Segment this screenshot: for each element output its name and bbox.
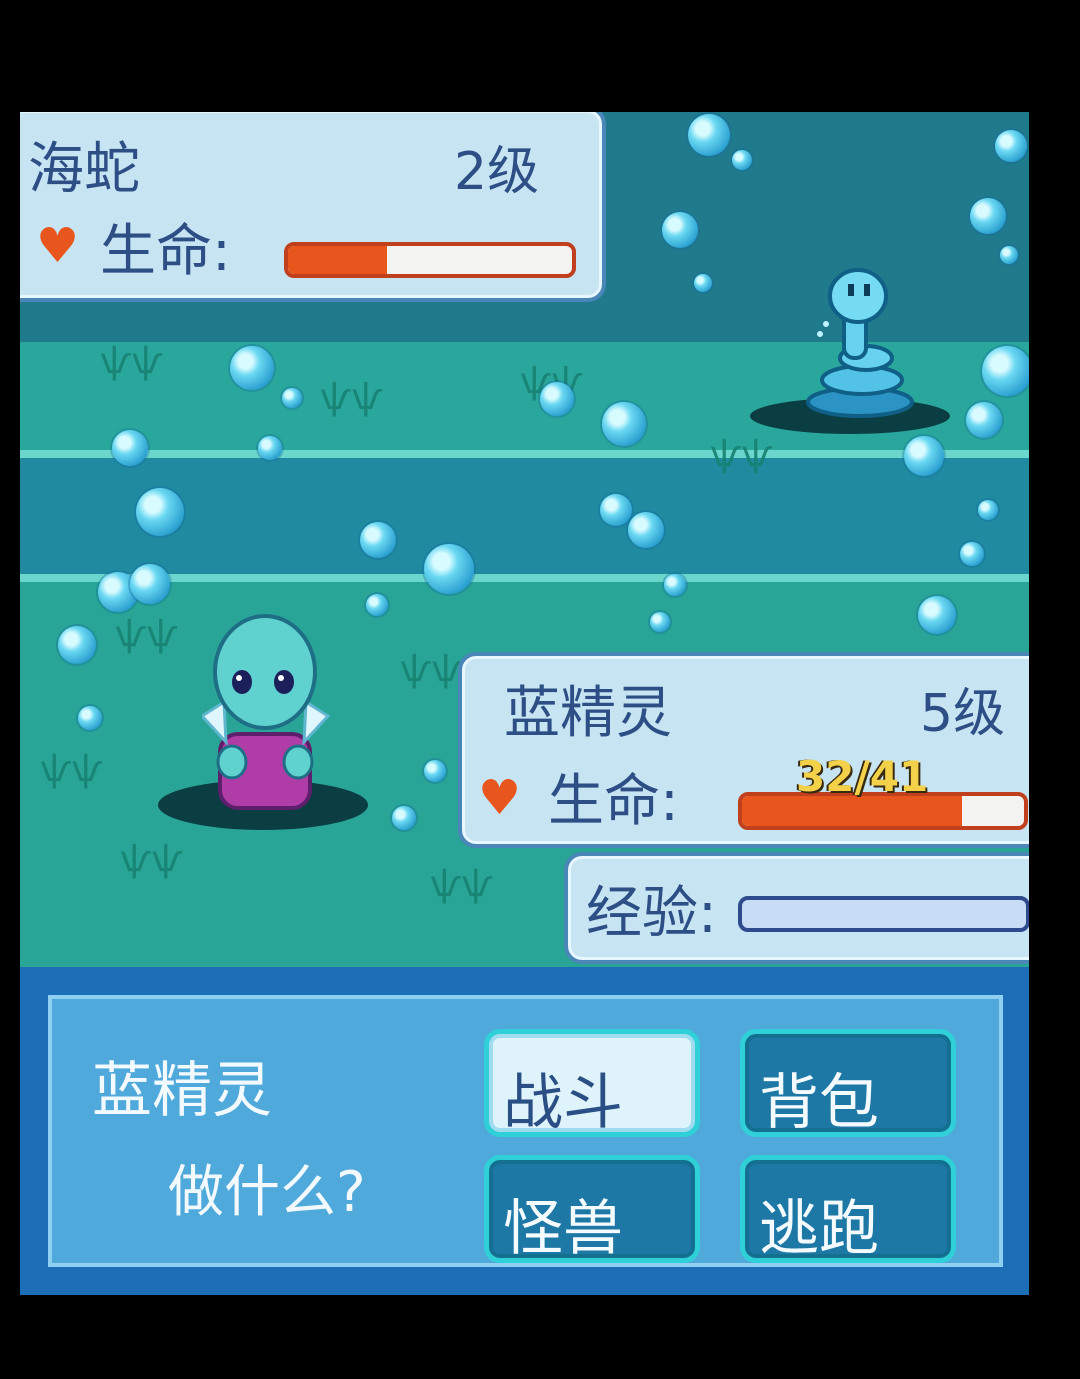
- bubble-icon: [78, 706, 102, 730]
- bubble-icon: [1000, 246, 1018, 264]
- prompt-question: 做什么?: [168, 1160, 366, 1225]
- fight-label: 战斗: [503, 1068, 623, 1138]
- run-button[interactable]: 逃跑: [740, 1155, 956, 1264]
- bubble-icon: [628, 512, 664, 548]
- bubble-icon: [602, 402, 646, 446]
- bubble-icon: [600, 494, 632, 526]
- enemy-level: 2级: [454, 142, 540, 202]
- enemy-status-panel: 海蛇 2级 ♥ 生命:: [20, 112, 606, 302]
- bubble-icon: [366, 594, 388, 616]
- bubble-icon: [136, 488, 184, 536]
- command-menu: 蓝精灵 做什么? 战斗 背包 怪兽 逃跑: [20, 967, 1029, 1295]
- seaweed-icon: ѱѱ: [115, 614, 179, 655]
- enemy-hp-fill: [288, 246, 388, 274]
- enemy-name: 海蛇: [28, 137, 140, 202]
- monster-button[interactable]: 怪兽: [484, 1155, 700, 1264]
- player-level: 5级: [920, 684, 1006, 744]
- command-menu-inner: 蓝精灵 做什么? 战斗 背包 怪兽 逃跑: [48, 995, 1003, 1267]
- bag-label: 背包: [759, 1068, 879, 1138]
- player-hp-text: 32/41: [796, 752, 929, 801]
- bubble-icon: [662, 212, 698, 248]
- bubble-icon: [694, 274, 712, 292]
- heart-icon: ♥: [478, 770, 522, 826]
- player-status-panel: 蓝精灵 5级 ♥ 生命: 32/41: [458, 652, 1029, 848]
- bubble-icon: [112, 430, 148, 466]
- seaweed-icon: ѱѱ: [400, 649, 464, 690]
- enemy-hp-label: 生命:: [100, 219, 231, 284]
- seaweed-icon: ѱѱ: [430, 864, 494, 905]
- fight-button[interactable]: 战斗: [484, 1029, 700, 1138]
- bubble-icon: [392, 806, 416, 830]
- bubble-icon: [918, 596, 956, 634]
- sea-serpent-sprite: [806, 268, 914, 418]
- bubble-icon: [58, 626, 96, 664]
- exp-bar: [738, 896, 1029, 932]
- bubble-icon: [282, 388, 302, 408]
- bag-button[interactable]: 背包: [740, 1029, 956, 1138]
- prompt-name: 蓝精灵: [92, 1056, 272, 1126]
- bubble-icon: [966, 402, 1002, 438]
- bubble-icon: [360, 522, 396, 558]
- exp-label: 经验:: [586, 881, 717, 946]
- bubble-icon: [970, 198, 1006, 234]
- player-name: 蓝精灵: [504, 681, 672, 746]
- bubble-icon: [688, 114, 730, 156]
- bubble-icon: [904, 436, 944, 476]
- bubble-icon: [650, 612, 670, 632]
- bubble-icon: [424, 760, 446, 782]
- enemy-hp-bar: [284, 242, 576, 278]
- seaweed-icon: ѱѱ: [120, 839, 184, 880]
- bubble-icon: [960, 542, 984, 566]
- bubble-icon: [258, 436, 282, 460]
- bubble-icon: [732, 150, 752, 170]
- bubble-icon: [540, 382, 574, 416]
- battle-screen: ѱѱ ѱѱ ѱѱ ѱѱ ѱѱ ѱѱ ѱѱ ѱѱ ѱѱ 海蛇 2级 ♥ 生命: 蓝…: [20, 112, 1029, 1295]
- seaweed-icon: ѱѱ: [40, 749, 104, 790]
- bubble-icon: [664, 574, 686, 596]
- blue-sprite-monster: [202, 614, 331, 810]
- bubble-icon: [424, 544, 474, 594]
- seaweed-icon: ѱѱ: [320, 377, 384, 418]
- monster-label: 怪兽: [503, 1194, 623, 1264]
- run-label: 逃跑: [759, 1194, 879, 1264]
- player-hp-label: 生命:: [548, 769, 679, 834]
- bubble-icon: [995, 130, 1027, 162]
- bubble-icon: [130, 564, 170, 604]
- player-exp-panel: 经验:: [564, 852, 1029, 964]
- bubble-icon: [230, 346, 274, 390]
- bubble-icon: [982, 346, 1029, 396]
- bubble-icon: [978, 500, 998, 520]
- background-stripe-light: [20, 450, 1029, 458]
- heart-icon: ♥: [36, 218, 80, 274]
- background-stripe-light: [20, 574, 1029, 582]
- seaweed-icon: ѱѱ: [100, 341, 164, 382]
- seaweed-icon: ѱѱ: [710, 434, 774, 475]
